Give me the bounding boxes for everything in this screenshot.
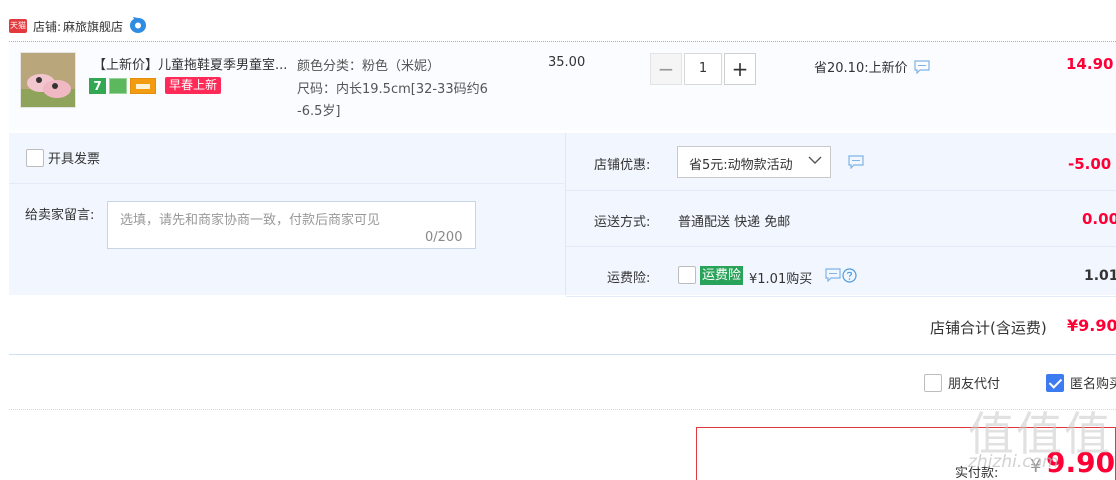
anonymous-label: 匿名购买	[1070, 377, 1116, 392]
row-divider	[566, 246, 1116, 247]
quantity-input[interactable]: 1	[684, 53, 722, 85]
invoice-option[interactable]: 开具发票	[26, 148, 100, 167]
insurance-label: 运费险:	[607, 271, 651, 286]
chevron-down-icon	[808, 156, 822, 164]
message-icon[interactable]	[848, 155, 864, 169]
friend-pay-label: 朋友代付	[948, 377, 1001, 392]
discount-amount: -5.00	[1068, 155, 1112, 173]
row-divider	[566, 190, 1116, 191]
message-char-count: 0/200	[425, 230, 463, 245]
decrease-quantity-button[interactable]: −	[650, 53, 682, 85]
card-payment-icon	[130, 77, 156, 94]
discount-value: 省5元:动物款活动	[689, 158, 793, 173]
store-header: 天猫 店铺: 麻旅旗舰店	[9, 14, 147, 38]
sku-size-line2: -6.5岁]	[297, 104, 341, 119]
insurance-price: ¥1.01购买	[749, 272, 813, 287]
insurance-checkbox[interactable]	[678, 266, 696, 284]
friend-pay-option[interactable]: 朋友代付	[924, 373, 1000, 392]
promo-tag: 早春上新	[165, 77, 222, 94]
row-divider	[566, 296, 1116, 297]
item-saving: 省20.10:上新价	[814, 57, 930, 76]
message-icon[interactable]	[914, 59, 930, 74]
panel-divider	[565, 133, 566, 295]
chat-bubble-icon[interactable]	[129, 17, 147, 35]
shoe-service-icon	[109, 77, 127, 94]
message-icon[interactable]	[825, 268, 841, 282]
shipping-amount: 0.00	[1082, 210, 1116, 228]
insurance-badge: 运费险	[700, 266, 744, 285]
sku-size-line1: 尺码：内长19.5cm[32-33码约6	[297, 82, 488, 97]
sku-color: 颜色分类：粉色（米妮）	[297, 59, 441, 74]
item-subtotal: 14.90	[1066, 55, 1114, 73]
shipping-value: 普通配送 快递 免邮	[678, 215, 791, 230]
message-label: 给卖家留言:	[25, 208, 95, 223]
store-total-amount: ¥9.90	[1067, 316, 1116, 335]
slipper-image-icon	[21, 53, 75, 107]
product-thumbnail[interactable]	[20, 52, 76, 108]
unit-price: 35.00	[548, 55, 586, 70]
message-placeholder: 选填，请先和商家协商一致，付款后商家可见	[120, 213, 381, 228]
store-label: 店铺:	[33, 19, 62, 34]
anonymous-option[interactable]: 匿名购买	[1046, 373, 1116, 392]
row-divider	[9, 183, 564, 184]
tmall-badge: 天猫	[9, 19, 27, 33]
shipping-label: 运送方式:	[594, 215, 651, 230]
quantity-stepper: − 1 +	[650, 53, 756, 85]
invoice-checkbox[interactable]	[26, 148, 44, 167]
panel-bottom-border	[9, 354, 1116, 355]
insurance-amount: 1.01	[1084, 268, 1116, 284]
service-tags: 7 早春上新	[89, 77, 222, 94]
store-total-label: 店铺合计(含运费)	[930, 319, 1047, 337]
friend-pay-checkbox[interactable]	[924, 373, 942, 392]
help-icon[interactable]	[842, 268, 857, 283]
seven-day-return-tag: 7	[89, 77, 106, 94]
watermark-text: zhizhi.com	[968, 452, 1059, 472]
increase-quantity-button[interactable]: +	[724, 53, 756, 85]
store-name-link[interactable]: 麻旅旗舰店	[63, 18, 123, 35]
invoice-label: 开具发票	[48, 152, 101, 167]
section-divider	[9, 409, 1116, 410]
anonymous-checkbox[interactable]	[1046, 373, 1064, 392]
product-title-link[interactable]: 【上新价】儿童拖鞋夏季男童室...	[93, 54, 291, 73]
discount-label: 店铺优惠:	[594, 158, 651, 173]
saving-text: 省20.10:上新价	[814, 61, 908, 76]
